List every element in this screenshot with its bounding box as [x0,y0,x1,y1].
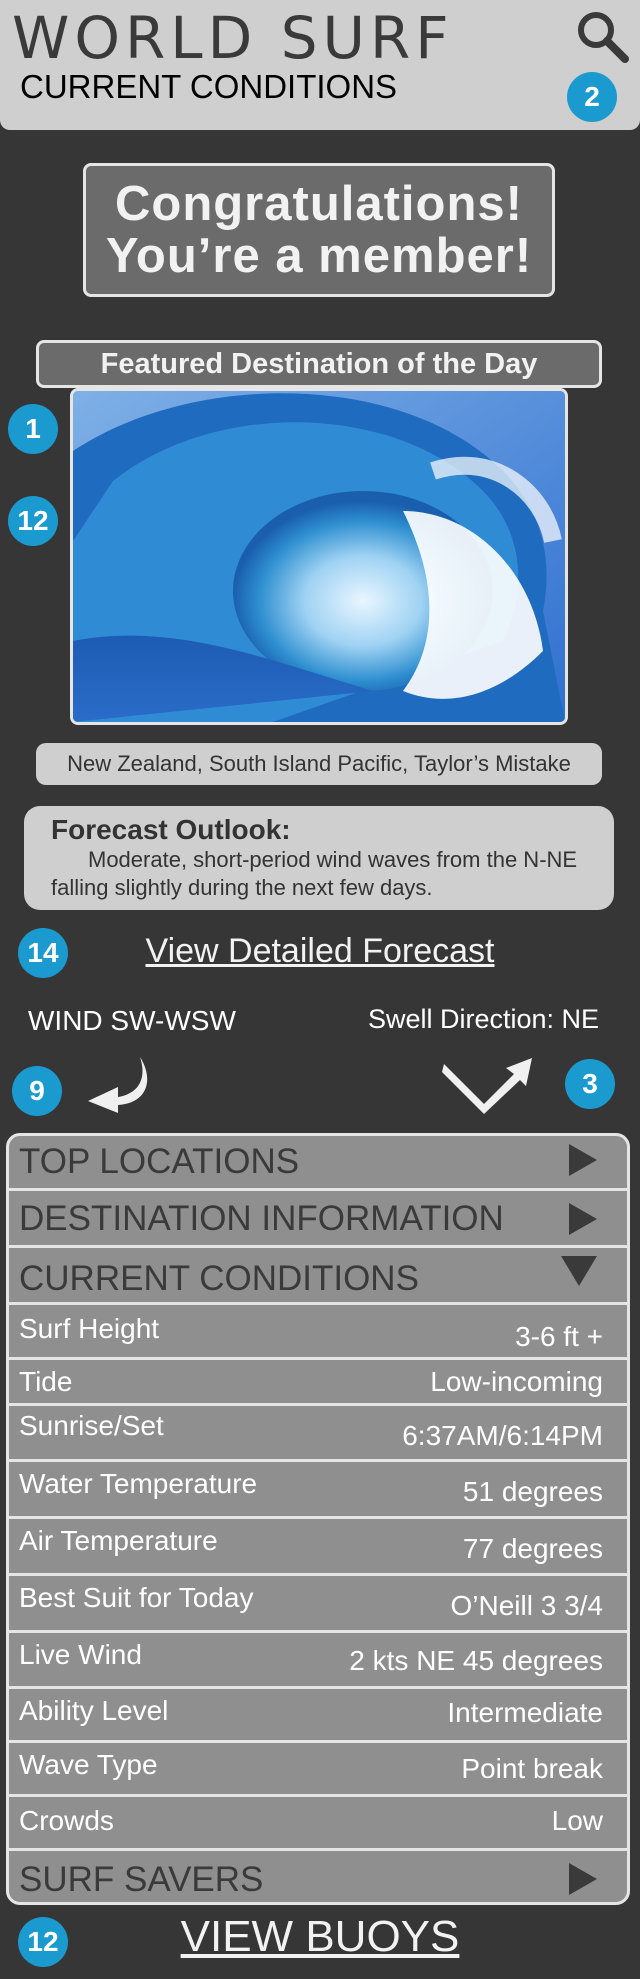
condition-label: Air Temperature [19,1525,218,1556]
condition-value: O’Neill 3 3/4 [450,1590,603,1621]
condition-label: Live Wind [19,1639,142,1670]
wind-arrow-icon [88,1057,148,1113]
conditions-panel: TOP LOCATIONS DESTINATION INFORMATION CU… [6,1133,630,1905]
condition-value: Intermediate [447,1697,603,1728]
congrats-line-1: Congratulations! [115,177,523,231]
condition-row-wave-type: Wave Type Point break [9,1743,627,1797]
page-subtitle: CURRENT CONDITIONS [20,68,398,105]
wave-image [73,391,565,722]
congrats-line-2: You’re a member! [105,229,533,283]
destination-location: New Zealand, South Island Pacific, Taylo… [36,743,602,785]
condition-row-air-temperature: Air Temperature 77 degrees [9,1519,627,1576]
callout-badge-photo-12: 12 [8,496,58,546]
swell-direction-label: Swell Direction: NE [368,1004,600,1034]
condition-label: Ability Level [19,1695,169,1726]
condition-value: Low [551,1805,603,1836]
section-destination-information[interactable]: DESTINATION INFORMATION [9,1191,627,1248]
view-buoys-link[interactable]: VIEW BUOYS [0,1912,640,1962]
section-destination-information-label: DESTINATION INFORMATION [19,1199,504,1238]
play-arrow-icon [569,1203,597,1235]
condition-label: Wave Type [19,1749,158,1780]
condition-row-tide: Tide Low-incoming [9,1360,627,1406]
section-current-conditions[interactable]: CURRENT CONDITIONS [9,1248,627,1305]
callout-badge-swell: 3 [565,1059,615,1109]
forecast-outlook-text: Moderate, short-period wind waves from t… [51,847,578,900]
forecast-outlook-title: Forecast Outlook: [51,814,291,845]
play-arrow-icon [569,1863,597,1895]
condition-row-live-wind: Live Wind 2 kts NE 45 degrees [9,1633,627,1689]
condition-label: Sunrise/Set [19,1410,164,1441]
condition-row-sunrise-set: Sunrise/Set 6:37AM/6:14PM [9,1406,627,1462]
featured-wave-photo[interactable] [70,388,568,725]
section-surf-savers[interactable]: SURF SAVERS [9,1851,627,1902]
condition-row-best-suit: Best Suit for Today O’Neill 3 3/4 [9,1576,627,1633]
condition-row-water-temperature: Water Temperature 51 degrees [9,1462,627,1519]
condition-label: Best Suit for Today [19,1582,254,1613]
condition-value: Point break [461,1753,603,1784]
section-top-locations[interactable]: TOP LOCATIONS [9,1136,627,1191]
swell-arrow-icon [442,1058,532,1114]
condition-row-surf-height: Surf Height 3-6 ft + [9,1305,627,1360]
play-arrow-icon [569,1144,597,1176]
condition-label: Tide [19,1366,73,1397]
condition-value: Low-incoming [430,1366,603,1397]
condition-value: 6:37AM/6:14PM [402,1420,603,1451]
search-icon[interactable] [574,8,630,64]
header-bar: WORLD SURF CURRENT CONDITIONS [0,0,640,130]
callout-badge-wind: 9 [12,1066,62,1116]
condition-value: 3-6 ft + [515,1321,603,1352]
condition-label: Water Temperature [19,1468,258,1499]
member-congrats-banner: Congratulations! You’re a member! [83,163,555,297]
expanded-arrow-icon [561,1256,597,1286]
section-top-locations-label: TOP LOCATIONS [19,1142,300,1181]
brand-title: WORLD SURF [12,4,454,72]
condition-value: 77 degrees [462,1533,603,1564]
condition-row-crowds: Crowds Low [9,1797,627,1851]
condition-label: Surf Height [19,1313,160,1344]
condition-row-ability-level: Ability Level Intermediate [9,1689,627,1743]
condition-value: 2 kts NE 45 degrees [349,1645,603,1676]
forecast-outlook-card: Forecast Outlook: Moderate, short-period… [24,806,614,910]
callout-badge-photo-1: 1 [8,404,58,454]
section-surf-savers-label: SURF SAVERS [19,1860,264,1899]
wind-direction-label: WIND SW-WSW [28,1005,236,1036]
featured-destination-title: Featured Destination of the Day [36,340,602,388]
condition-label: Crowds [19,1805,114,1836]
section-current-conditions-label: CURRENT CONDITIONS [19,1259,419,1298]
condition-value: 51 degrees [462,1476,603,1507]
view-detailed-forecast-link[interactable]: View Detailed Forecast [0,932,640,971]
callout-badge-search: 2 [567,72,617,122]
